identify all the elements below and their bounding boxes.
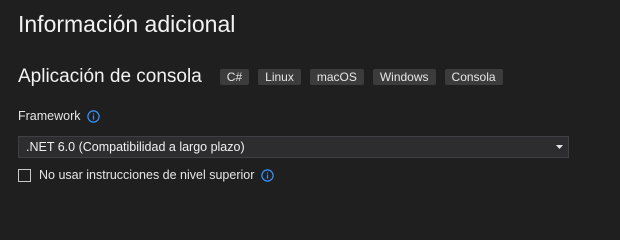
- tag-platform-macos: macOS: [309, 69, 364, 85]
- template-header: Aplicación de consola C# Linux macOS Win…: [18, 66, 512, 88]
- top-level-statements-option: No usar instrucciones de nivel superior: [18, 168, 275, 182]
- framework-select[interactable]: .NET 6.0 (Compatibilidad a largo plazo): [18, 136, 569, 158]
- top-level-statements-checkbox[interactable]: [18, 168, 31, 182]
- framework-selected-value: .NET 6.0 (Compatibilidad a largo plazo): [26, 140, 245, 154]
- tag-language: C#: [219, 69, 250, 85]
- framework-label: Framework: [18, 109, 81, 123]
- chevron-down-icon[interactable]: [550, 145, 568, 149]
- info-icon[interactable]: [261, 168, 275, 182]
- page-title: Información adicional: [18, 11, 236, 37]
- framework-label-row: Framework: [18, 109, 100, 123]
- info-icon[interactable]: [86, 109, 100, 123]
- tag-project-type: Consola: [444, 69, 503, 85]
- template-name: Aplicación de consola: [18, 66, 202, 87]
- tag-platform-linux: Linux: [258, 69, 301, 85]
- tag-platform-windows: Windows: [372, 69, 436, 85]
- top-level-statements-label[interactable]: No usar instrucciones de nivel superior: [39, 168, 254, 182]
